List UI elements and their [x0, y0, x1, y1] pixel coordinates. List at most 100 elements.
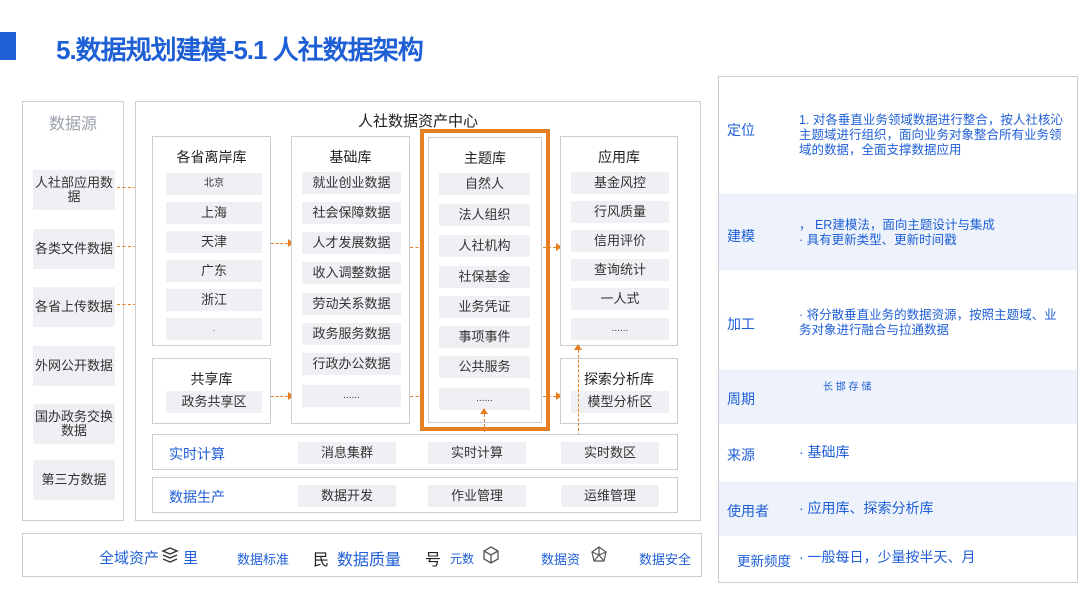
subject-item: 法人组织	[439, 204, 530, 226]
application-item: 查询统计	[571, 259, 669, 281]
production-item: 作业管理	[428, 485, 526, 507]
footer-item: 数据质量	[337, 552, 402, 569]
application-item: 基金风控	[571, 172, 669, 194]
subject-item: 事项事件	[439, 326, 530, 348]
desc-text: 1. 对各垂直业务领域数据进行整合，按人社核沁主题域进行组织，面向业务对象整合所…	[799, 113, 1063, 157]
subject-item: 业务凭证	[439, 296, 530, 318]
source-item: 外网公开数据	[33, 346, 115, 386]
flow-arrow	[271, 239, 294, 247]
province-item: 浙江	[166, 289, 262, 311]
production-item: 数据开发	[298, 485, 396, 507]
desc-label: 来源	[727, 447, 755, 463]
provincial-library: 各省离岸库 北京 上海 天津 广东 浙江 .	[152, 136, 271, 346]
desc-label: 使用者	[727, 503, 769, 519]
application-title: 应用库	[598, 149, 640, 165]
production-label: 数据生产	[169, 489, 225, 505]
province-item: 天津	[166, 231, 262, 253]
subject-item: 人社机构	[439, 235, 530, 257]
flow-arrow	[543, 392, 562, 400]
application-library: 应用库 基金风控 行风质量 信用评价 查询统计 一人式 ......	[560, 136, 678, 346]
footer-item: 数据标准	[237, 552, 290, 567]
stack-icon	[161, 546, 179, 564]
desc-row-users: 使用者 · 应用库、探索分析库	[719, 482, 1077, 536]
flow-arrow	[271, 392, 294, 400]
base-item: 人才发展数据	[302, 232, 401, 254]
desc-text: · 应用库、探索分析库	[799, 500, 934, 516]
base-item: 劳动关系数据	[302, 293, 401, 315]
application-item: 一人式	[571, 288, 669, 310]
desc-label: 加工	[727, 316, 755, 332]
base-item: 行政办公数据	[302, 353, 401, 375]
application-item: 信用评价	[571, 230, 669, 252]
subject-item: 社保基金	[439, 266, 530, 288]
desc-row-cycle: 周期 长 邯 存 储	[719, 370, 1077, 424]
flow-arrow	[543, 243, 562, 251]
footer-item: 号	[425, 552, 442, 569]
governance-footer: 全域资产 里 数据标准 民 数据质量 号 元数 数据资 数据安全	[22, 533, 702, 577]
realtime-row: 实时计算 消息集群 实时计算 实时数区	[152, 434, 678, 470]
explore-item: 模型分析区	[571, 391, 669, 413]
province-item: 广东	[166, 260, 262, 282]
data-source-title: 数据源	[48, 116, 97, 133]
application-item: 行风质量	[571, 201, 669, 223]
desc-row-modeling: 建模 ， ER建模法，面向主题设计与集成 · 具有更新类型、更新时间戳	[719, 194, 1077, 270]
subject-library: 主题库 自然人 法人组织 人社机构 社保基金 业务凭证 事项事件 公共服务 ..…	[420, 129, 550, 431]
desc-label: 更新频度	[737, 554, 791, 569]
province-item: 北京	[166, 173, 262, 195]
desc-text: · 一般每日，少量按半天、月	[799, 549, 976, 565]
desc-label: 建模	[727, 228, 755, 244]
footer-item: 数据资	[541, 552, 581, 567]
desc-row-source: 来源 · 基础库	[719, 426, 1077, 480]
desc-row-processing: 加工 · 将分散垂直业务的数据资源，按照主题域、业务对象进行融合与拉通数据	[719, 272, 1077, 368]
base-item: 社会保障数据	[302, 202, 401, 224]
province-item: .	[166, 318, 262, 340]
page-title: 5.数据规划建模-5.1 人社数据架构	[56, 35, 424, 65]
provincial-title: 各省离岸库	[176, 149, 247, 165]
production-item: 运维管理	[561, 485, 659, 507]
desc-text: ， ER建模法，面向主题设计与集成 · 具有更新类型、更新时间戳	[799, 218, 995, 247]
footer-item: 民	[313, 552, 330, 569]
realtime-item: 实时数区	[561, 442, 659, 464]
base-library: 基础库 就业创业数据 社会保障数据 人才发展数据 收入调整数据 劳动关系数据 政…	[291, 136, 410, 424]
up-arrow	[574, 344, 582, 436]
base-item: 就业创业数据	[302, 172, 401, 194]
title-accent-bar	[0, 32, 16, 60]
desc-row-positioning: 定位 1. 对各垂直业务领域数据进行整合，按人社核沁主题域进行组织，面向业务对象…	[719, 77, 1077, 184]
base-title: 基础库	[329, 149, 372, 165]
subject-item: 公共服务	[439, 356, 530, 378]
source-item: 第三方数据	[33, 460, 115, 500]
subject-item: 自然人	[439, 173, 530, 195]
source-item: 人社部应用数据	[33, 170, 115, 210]
source-item: 各类文件数据	[33, 229, 115, 269]
realtime-item: 实时计算	[428, 442, 526, 464]
shared-title: 共享库	[190, 371, 233, 387]
base-item: ......	[302, 385, 401, 407]
desc-row-frequency: 更新频度 · 一般每日，少量按半天、月	[719, 538, 1077, 582]
base-item: 政务服务数据	[302, 323, 401, 345]
desc-label: 周期	[727, 391, 755, 407]
footer-item: 全域资产	[99, 550, 160, 567]
cube-icon	[481, 545, 501, 565]
source-item: 国办政务交换数据	[33, 404, 115, 444]
realtime-label: 实时计算	[169, 446, 225, 462]
subject-item: ......	[439, 388, 530, 410]
footer-item: 里	[183, 550, 199, 567]
production-row: 数据生产 数据开发 作业管理 运维管理	[152, 477, 678, 513]
desc-label: 定位	[727, 122, 755, 138]
application-item: ......	[571, 318, 669, 340]
up-arrow	[480, 408, 488, 432]
desc-text: · 基础库	[799, 444, 850, 460]
data-source-panel: 数据源 人社部应用数据 各类文件数据 各省上传数据 外网公开数据 国办政务交换数…	[22, 101, 124, 521]
shared-library: 共享库 政务共享区	[152, 358, 271, 424]
base-item: 收入调整数据	[302, 262, 401, 284]
footer-item: 数据安全	[639, 552, 692, 567]
asset-center-title: 人社数据资产中心	[357, 113, 478, 130]
source-item: 各省上传数据	[33, 287, 115, 327]
subject-title: 主题库	[464, 150, 506, 166]
shared-item: 政务共享区	[166, 391, 262, 413]
desc-text: · 将分散垂直业务的数据资源，按照主题域、业务对象进行融合与拉通数据	[799, 308, 1057, 337]
network-icon	[589, 545, 609, 565]
realtime-item: 消息集群	[298, 442, 396, 464]
province-item: 上海	[166, 202, 262, 224]
footer-item: 元数	[450, 552, 475, 566]
